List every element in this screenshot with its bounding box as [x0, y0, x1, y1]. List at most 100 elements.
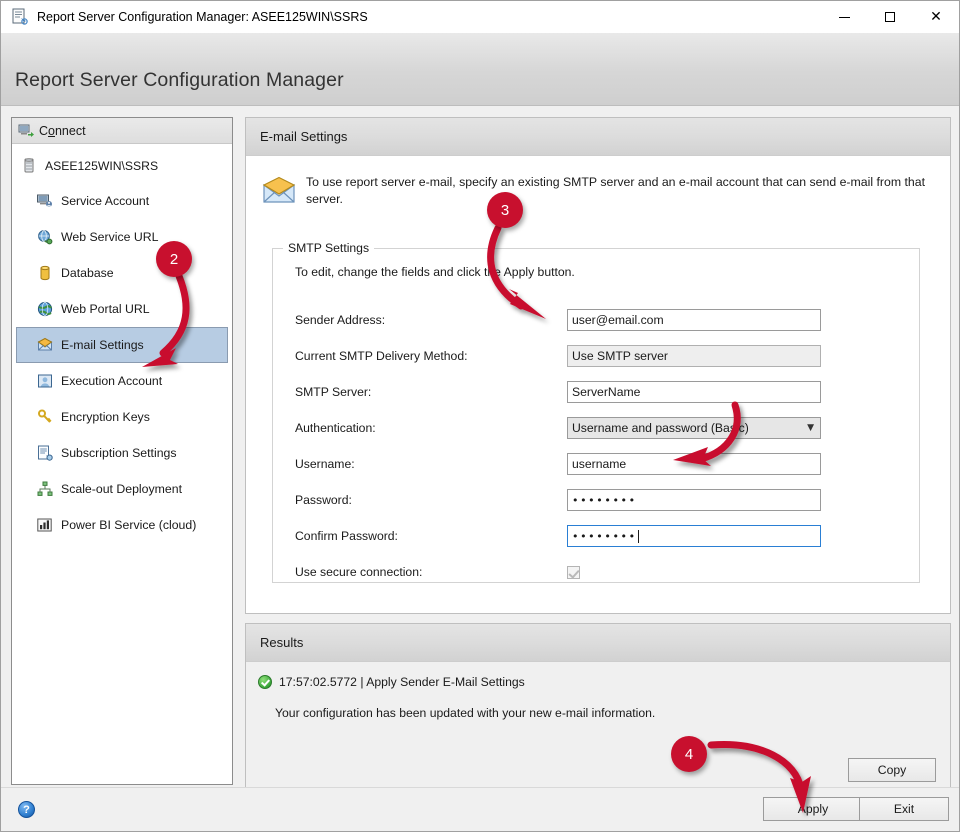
- form-row-authentication: Authentication: Username and password (B…: [295, 417, 899, 439]
- footer-bar: ? Apply Exit: [1, 787, 959, 831]
- smtp-settings-group: SMTP Settings To edit, change the fields…: [272, 248, 920, 583]
- current-smtp-delivery-method-field: Use SMTP server: [567, 345, 821, 367]
- password-label: Password:: [295, 493, 567, 507]
- sidebar-item-label: Web Service URL: [61, 230, 159, 244]
- window-title: Report Server Configuration Manager: ASE…: [37, 10, 368, 24]
- report-server-configuration-manager-window: Report Server Configuration Manager: ASE…: [0, 0, 960, 832]
- sidebar-nav-list: Service Account Web Service URL: [12, 183, 232, 543]
- sidebar-item-web-portal-url[interactable]: Web Portal URL: [16, 291, 228, 327]
- smtp-server-field[interactable]: ServerName: [567, 381, 821, 403]
- sender-address-label: Sender Address:: [295, 313, 567, 327]
- sidebar-item-label: Scale-out Deployment: [61, 482, 182, 496]
- form-row-password: Password: ••••••••: [295, 489, 899, 511]
- sidebar-item-scale-out-deployment[interactable]: Scale-out Deployment: [16, 471, 228, 507]
- connect-label: Connect: [39, 124, 86, 138]
- password-field[interactable]: ••••••••: [567, 489, 821, 511]
- help-question-icon[interactable]: ?: [18, 801, 35, 818]
- web-portal-url-icon: [37, 301, 53, 317]
- encryption-keys-icon: [37, 409, 53, 425]
- use-secure-connection-checkbox: [567, 566, 580, 579]
- chevron-down-icon: ▼: [807, 423, 814, 433]
- results-entry-detail: Your configuration has been updated with…: [246, 706, 950, 720]
- main-content: E-mail Settings To use report server e-m…: [245, 117, 951, 785]
- smtp-server-label: SMTP Server:: [295, 385, 567, 399]
- sender-address-field[interactable]: user@email.com: [567, 309, 821, 331]
- apply-button[interactable]: Apply: [763, 797, 863, 821]
- server-icon: [22, 158, 38, 174]
- sidebar-item-label: Encryption Keys: [61, 410, 150, 424]
- close-button[interactable]: ✕: [913, 1, 959, 33]
- results-panel: Results 17:57:02.5772 | Apply Sender E-M…: [245, 623, 951, 799]
- sidebar-item-subscription-settings[interactable]: Subscription Settings: [16, 435, 228, 471]
- email-settings-panel-header: E-mail Settings: [246, 118, 950, 156]
- sidebar-item-label: E-mail Settings: [61, 338, 144, 352]
- authentication-select[interactable]: Username and password (Basic) ▼: [567, 417, 821, 439]
- scale-out-deployment-icon: [37, 481, 53, 497]
- window-controls: ✕: [821, 1, 959, 33]
- connect-computer-icon: [18, 123, 34, 139]
- results-body: 17:57:02.5772 | Apply Sender E-Mail Sett…: [246, 662, 950, 799]
- minimize-icon: [839, 17, 850, 18]
- success-check-icon: [258, 675, 272, 689]
- sidebar-item-label: Database: [61, 266, 114, 280]
- form-row-sender-address: Sender Address: user@email.com: [295, 309, 899, 331]
- sidebar-item-encryption-keys[interactable]: Encryption Keys: [16, 399, 228, 435]
- sidebar-item-label: Service Account: [61, 194, 149, 208]
- password-masked-value: ••••••••: [572, 494, 637, 507]
- email-settings-icon: [37, 337, 53, 353]
- use-secure-connection-label: Use secure connection:: [295, 565, 567, 579]
- sidebar-item-execution-account[interactable]: Execution Account: [16, 363, 228, 399]
- service-account-icon: [37, 193, 53, 209]
- maximize-icon: [885, 12, 895, 22]
- connect-button[interactable]: Connect: [12, 118, 232, 144]
- sidebar-item-web-service-url[interactable]: Web Service URL: [16, 219, 228, 255]
- form-row-smtp-delivery-method: Current SMTP Delivery Method: Use SMTP s…: [295, 345, 899, 367]
- sidebar-item-database[interactable]: Database: [16, 255, 228, 291]
- results-panel-header: Results: [246, 624, 950, 662]
- subscription-settings-icon: [37, 445, 53, 461]
- email-settings-panel: E-mail Settings To use report server e-m…: [245, 117, 951, 614]
- web-service-url-icon: [37, 229, 53, 245]
- exit-button[interactable]: Exit: [859, 797, 949, 821]
- page-title: Report Server Configuration Manager: [15, 69, 344, 92]
- confirm-password-label: Confirm Password:: [295, 529, 567, 543]
- execution-account-icon: [37, 373, 53, 389]
- sidebar-item-label: Power BI Service (cloud): [61, 518, 196, 532]
- copy-button[interactable]: Copy: [848, 758, 936, 782]
- app-header-band: Report Server Configuration Manager: [1, 33, 959, 106]
- results-entry: 17:57:02.5772 | Apply Sender E-Mail Sett…: [246, 672, 950, 692]
- email-settings-intro: To use report server e-mail, specify an …: [246, 156, 950, 209]
- envelope-icon: [262, 174, 306, 209]
- authentication-label: Authentication:: [295, 421, 567, 435]
- text-caret: [638, 530, 639, 543]
- power-bi-icon: [37, 517, 53, 533]
- sidebar-item-service-account[interactable]: Service Account: [16, 183, 228, 219]
- sidebar-server-node[interactable]: ASEE125WIN\SSRS: [12, 151, 232, 181]
- smtp-settings-help-text: To edit, change the fields and click the…: [295, 265, 575, 279]
- confirm-password-masked-value: ••••••••: [572, 530, 637, 543]
- minimize-button[interactable]: [821, 1, 867, 33]
- form-row-smtp-server: SMTP Server: ServerName: [295, 381, 899, 403]
- current-smtp-delivery-method-label: Current SMTP Delivery Method:: [295, 349, 567, 363]
- authentication-selected-value: Username and password (Basic): [572, 421, 749, 435]
- confirm-password-field[interactable]: ••••••••: [567, 525, 821, 547]
- sidebar-item-e-mail-settings[interactable]: E-mail Settings: [16, 327, 228, 363]
- sidebar-item-label: Execution Account: [61, 374, 162, 388]
- form-row-confirm-password: Confirm Password: ••••••••: [295, 525, 899, 547]
- sidebar-item-label: Web Portal URL: [61, 302, 150, 316]
- smtp-settings-group-title: SMTP Settings: [283, 241, 374, 255]
- form-row-username: Username: username: [295, 453, 899, 475]
- sidebar-item-label: Subscription Settings: [61, 446, 177, 460]
- close-icon: ✕: [930, 10, 942, 24]
- username-label: Username:: [295, 457, 567, 471]
- username-field[interactable]: username: [567, 453, 821, 475]
- sidebar: Connect ASEE125WIN\SSRS: [11, 117, 233, 785]
- maximize-button[interactable]: [867, 1, 913, 33]
- results-entry-text: 17:57:02.5772 | Apply Sender E-Mail Sett…: [279, 675, 525, 689]
- sidebar-item-power-bi-service[interactable]: Power BI Service (cloud): [16, 507, 228, 543]
- title-bar: Report Server Configuration Manager: ASE…: [1, 1, 959, 33]
- email-settings-description: To use report server e-mail, specify an …: [306, 174, 926, 209]
- database-icon: [37, 265, 53, 281]
- sidebar-server-label: ASEE125WIN\SSRS: [45, 159, 158, 173]
- form-row-use-secure-connection: Use secure connection:: [295, 561, 899, 583]
